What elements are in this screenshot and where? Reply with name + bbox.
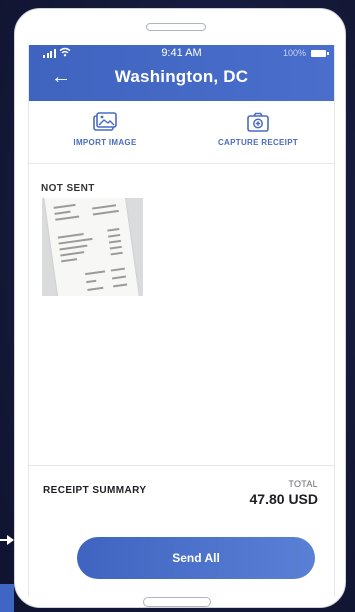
not-sent-heading: NOT SENT xyxy=(41,183,95,194)
capture-receipt-label: CAPTURE RECEIPT xyxy=(217,138,299,147)
import-image-label: IMPORT IMAGE xyxy=(73,138,137,147)
image-icon xyxy=(93,112,117,131)
receipt-summary-label: RECEIPT SUMMARY xyxy=(43,485,147,496)
phone-frame: 9:41 AM 100% ← Washington, DC IMPORT IMA… xyxy=(14,8,346,608)
send-all-button[interactable]: Send All xyxy=(77,537,315,579)
receipt-image xyxy=(43,198,141,296)
total-label: TOTAL xyxy=(288,479,318,489)
total-value: 47.80 USD xyxy=(249,491,318,507)
app-screen: 9:41 AM 100% ← Washington, DC IMPORT IMA… xyxy=(28,45,335,597)
app-header: 9:41 AM 100% ← Washington, DC xyxy=(29,45,334,101)
action-bar: IMPORT IMAGE CAPTURE RECEIPT xyxy=(29,101,334,164)
capture-receipt-button[interactable]: CAPTURE RECEIPT xyxy=(182,101,334,163)
camera-icon xyxy=(247,112,269,132)
battery-icon xyxy=(311,50,329,57)
page-title: Washington, DC xyxy=(114,67,249,86)
import-image-button[interactable]: IMPORT IMAGE xyxy=(29,101,181,163)
status-bar: 9:41 AM 100% xyxy=(29,45,334,63)
summary-divider xyxy=(29,465,334,466)
pointer-arrow-icon xyxy=(0,533,14,547)
phone-speaker xyxy=(146,23,206,31)
battery-percent: 100% xyxy=(282,48,306,58)
edge-strip xyxy=(0,584,14,612)
receipt-thumbnail[interactable] xyxy=(42,198,143,296)
home-button[interactable] xyxy=(143,597,211,607)
stage: 9:41 AM 100% ← Washington, DC IMPORT IMA… xyxy=(0,0,355,612)
